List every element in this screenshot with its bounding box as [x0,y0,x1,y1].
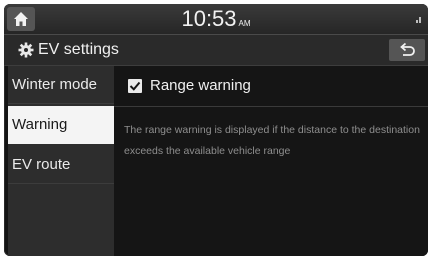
menu-item-winter-mode[interactable]: Winter mode [8,66,114,104]
signal-icon [416,17,421,23]
range-warning-option[interactable]: Range warning [114,66,428,107]
range-warning-checkbox[interactable] [128,79,142,93]
clock: 10:53 AM [4,6,428,37]
menu-item-label: Warning [12,116,68,133]
display-screen: 10:53 AM EV settings Winter mode Warning… [4,4,428,256]
page-title: EV settings [38,41,119,58]
clock-ampm: AM [238,19,251,28]
back-button[interactable] [389,39,425,61]
clock-time: 10:53 [181,6,237,31]
status-bar: 10:53 AM [4,4,428,35]
gear-icon [18,42,34,58]
range-warning-label: Range warning [150,77,251,94]
checkmark-icon [129,81,141,91]
menu-item-ev-route[interactable]: EV route [8,146,114,184]
option-description: The range warning is displayed if the di… [124,124,420,157]
back-arrow-icon [400,42,415,56]
title-bar: EV settings [4,35,428,66]
menu-item-label: Winter mode [12,76,98,93]
settings-menu: Winter mode Warning EV route [8,66,114,256]
menu-item-warning[interactable]: Warning [8,106,114,144]
menu-item-label: EV route [12,156,71,173]
content-panel: Range warning The range warning is displ… [114,66,428,256]
